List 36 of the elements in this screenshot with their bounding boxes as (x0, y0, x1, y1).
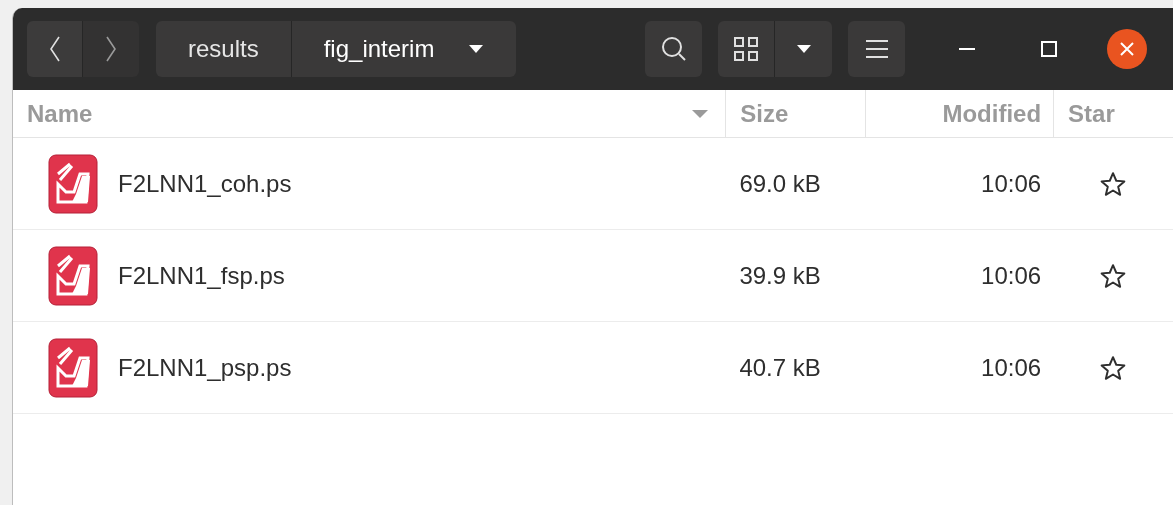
star-icon[interactable] (1100, 170, 1127, 197)
forward-icon (105, 35, 117, 63)
search-icon (659, 35, 688, 63)
back-button[interactable] (27, 21, 83, 77)
back-icon (48, 35, 61, 63)
minimize-icon (959, 47, 975, 51)
path-button[interactable]: fig_interim (290, 21, 517, 77)
file-size: 69.0 kB (739, 169, 821, 197)
path-button[interactable]: results (156, 21, 291, 77)
menu-button[interactable] (848, 21, 905, 77)
star-icon[interactable] (1100, 354, 1127, 381)
view-button[interactable] (718, 21, 775, 77)
sort-icon (691, 108, 710, 119)
caret-icon (468, 44, 485, 54)
document-icon (48, 337, 98, 398)
file-name: F2LNN1_coh.ps (118, 168, 292, 199)
close-icon (1119, 41, 1135, 57)
modified-time: 10:06 (981, 168, 1042, 199)
document-icon (48, 245, 98, 306)
menu-icon (865, 39, 888, 59)
file-size: 39.9 kB (739, 261, 821, 289)
close-button[interactable] (1107, 29, 1147, 69)
file-size: 40.7 kB (739, 353, 821, 381)
file-row[interactable]: F2LNN1_psp.ps 40.7 kB 10:06 (13, 322, 1173, 414)
caret-icon (795, 44, 812, 54)
document-icon (48, 153, 98, 214)
search-button[interactable] (645, 21, 702, 77)
file-row[interactable]: F2LNN1_coh.ps 69.0 kB 10:06 (13, 138, 1173, 230)
maximize-icon (1041, 41, 1057, 57)
file-name: F2LNN1_psp.ps (118, 352, 292, 383)
file-row[interactable]: F2LNN1_fsp.ps 39.9 kB 10:06 (13, 230, 1173, 322)
grid-icon (733, 36, 759, 62)
modified-time: 10:06 (981, 352, 1042, 383)
star-icon[interactable] (1100, 262, 1127, 289)
file-name: F2LNN1_fsp.ps (118, 260, 285, 291)
modified-time: 10:06 (981, 260, 1042, 291)
